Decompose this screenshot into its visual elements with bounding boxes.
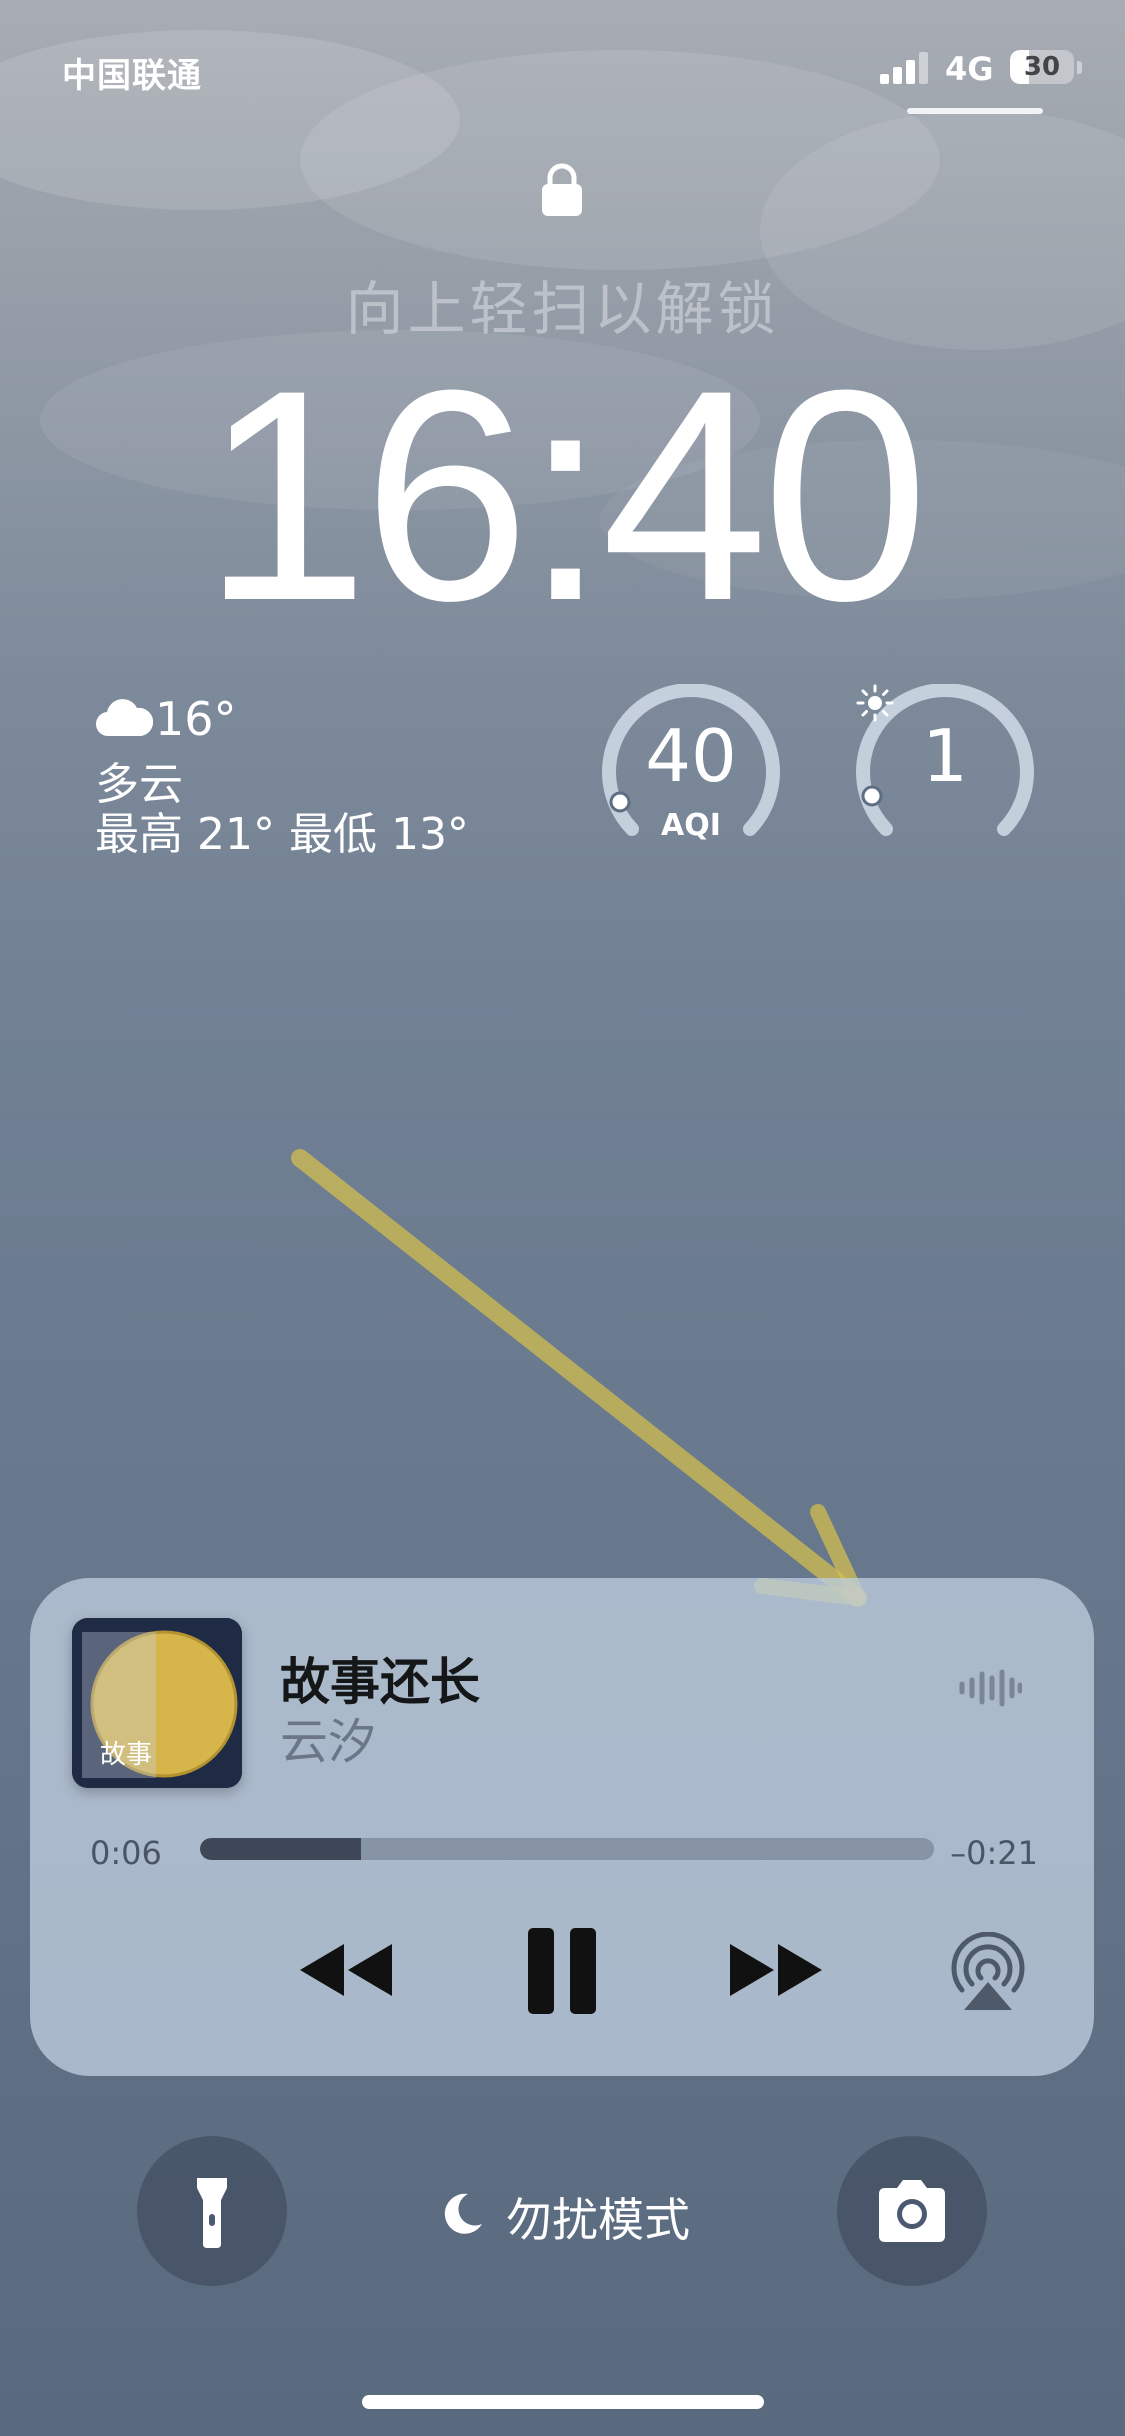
airplay-icon[interactable] [948, 1932, 1028, 2012]
battery-percent: 30 [1023, 52, 1061, 82]
now-playing-widget[interactable]: 故事 故事还长 云汐 0:06 –0:21 [30, 1578, 1094, 2076]
waveform-icon[interactable] [958, 1668, 1022, 1708]
camera-button[interactable] [837, 2136, 987, 2286]
fast-forward-icon[interactable] [726, 1940, 826, 2000]
remaining-time: –0:21 [950, 1834, 1038, 1872]
uv-widget[interactable]: 1 [856, 684, 1034, 862]
signal-strength-icon [880, 52, 928, 84]
sun-icon [856, 684, 894, 722]
rewind-icon[interactable] [296, 1940, 396, 2000]
song-artist[interactable]: 云汐 [280, 1702, 376, 1772]
home-indicator[interactable] [362, 2395, 764, 2409]
camera-icon [879, 2180, 945, 2242]
playback-scrubber[interactable] [200, 1838, 934, 1860]
focus-mode-label: 勿扰模式 [506, 2193, 690, 2247]
elapsed-time: 0:06 [90, 1834, 162, 1872]
album-cover-text: 故事 [100, 1740, 152, 1770]
cloud-icon [96, 699, 153, 737]
lock-screen-time[interactable]: 16:40 [0, 330, 1125, 660]
album-cover-image: 故事 [72, 1618, 242, 1788]
flashlight-button[interactable] [137, 2136, 287, 2286]
uv-index-value: 1 [922, 714, 968, 798]
status-bar: 中国联通 4G 30 [0, 0, 1125, 140]
weather-widget[interactable]: 16° 多云 最高 21° 最低 13° [95, 692, 515, 862]
battery-cap [1077, 61, 1082, 74]
flashlight-icon [197, 2178, 227, 2248]
carrier-name: 中国联通 [62, 56, 202, 96]
network-type: 4G [945, 50, 994, 88]
aqi-widget[interactable]: 40 AQI [602, 684, 780, 862]
album-art[interactable]: 故事 [72, 1618, 242, 1788]
aqi-label: AQI [661, 808, 721, 843]
playback-progress-fill [200, 1838, 362, 1860]
weather-temperature: 16° [155, 692, 237, 746]
control-center-indicator[interactable] [907, 108, 1043, 114]
battery-icon: 30 [1010, 50, 1074, 84]
lock-icon [542, 163, 582, 216]
aqi-value: 40 [645, 714, 737, 798]
pause-icon[interactable] [524, 1926, 600, 2016]
moon-icon [444, 2193, 482, 2234]
weather-range: 最高 21° 最低 13° [95, 809, 469, 860]
